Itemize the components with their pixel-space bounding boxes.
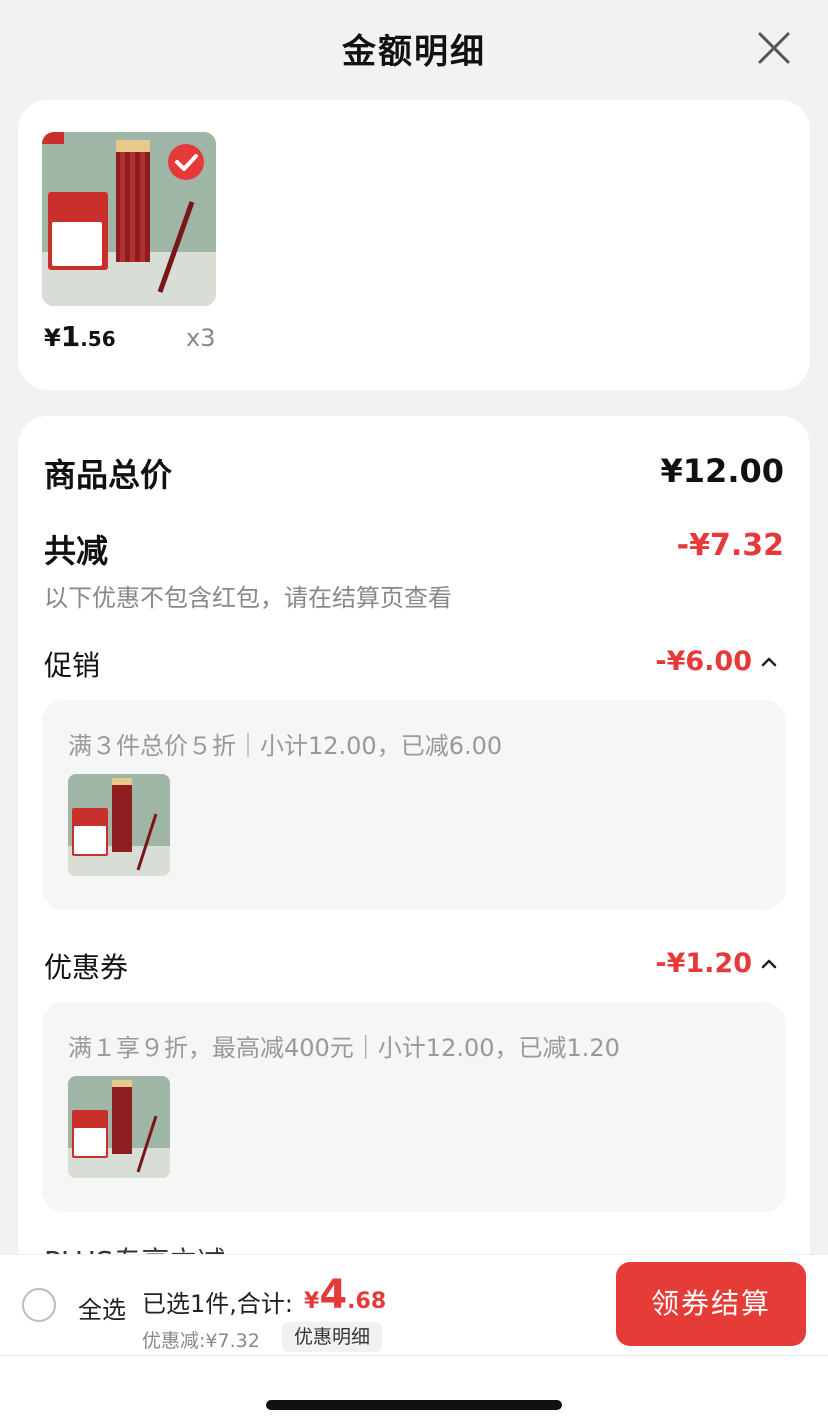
total-discount-value: -¥7.32 xyxy=(676,528,784,563)
close-icon[interactable] xyxy=(752,26,796,70)
promotion-detail-box: 满３件总价５折｜小计12.00，已减6.00 xyxy=(42,700,786,910)
sheet-title: 金额明细 xyxy=(342,32,486,72)
promotion-label[interactable]: 促销 xyxy=(44,644,100,684)
discount-detail-button[interactable]: 优惠明细 xyxy=(282,1322,383,1352)
divider xyxy=(0,1355,828,1356)
discount-note: 以下优惠不包含红包，请在结算页查看 xyxy=(44,584,452,612)
checkout-button[interactable]: 领券结算 xyxy=(616,1262,806,1346)
selected-count-label: 已选1件,合计: xyxy=(142,1290,293,1318)
coupon-value[interactable]: -¥1.20 xyxy=(655,948,752,979)
coupon-label[interactable]: 优惠券 xyxy=(44,946,128,986)
chevron-up-icon[interactable] xyxy=(760,958,778,970)
saved-amount: 优惠减:¥7.32 xyxy=(142,1330,260,1352)
total-discount-label: 共减 xyxy=(44,532,109,570)
promotion-product-image xyxy=(68,774,170,876)
select-all-radio[interactable] xyxy=(22,1288,56,1322)
sum-price: ¥4.68 xyxy=(304,1272,387,1318)
product-quantity: x3 xyxy=(186,324,216,352)
promotion-value[interactable]: -¥6.00 xyxy=(655,646,752,677)
total-price-label: 商品总价 xyxy=(44,456,173,494)
product-image[interactable] xyxy=(42,132,216,306)
coupon-detail-box: 满１享９折，最高减400元｜小计12.00，已减1.20 xyxy=(42,1002,786,1212)
coupon-product-image xyxy=(68,1076,170,1178)
coupon-description: 满１享９折，最高减400元｜小计12.00，已减1.20 xyxy=(68,1034,620,1062)
amount-detail-sheet: 金额明细 ¥1.56 x3 商品总价 ¥12.00 共减 -¥7.32 以下优惠… xyxy=(0,0,828,1428)
promotion-description: 满３件总价５折｜小计12.00，已减6.00 xyxy=(68,732,503,760)
total-price-value: ¥12.00 xyxy=(660,452,784,490)
sheet-header: 金额明细 xyxy=(0,0,828,96)
product-price: ¥1.56 xyxy=(44,320,116,353)
home-indicator[interactable] xyxy=(266,1400,562,1410)
select-all-label[interactable]: 全选 xyxy=(78,1290,126,1325)
chevron-up-icon[interactable] xyxy=(760,656,778,668)
